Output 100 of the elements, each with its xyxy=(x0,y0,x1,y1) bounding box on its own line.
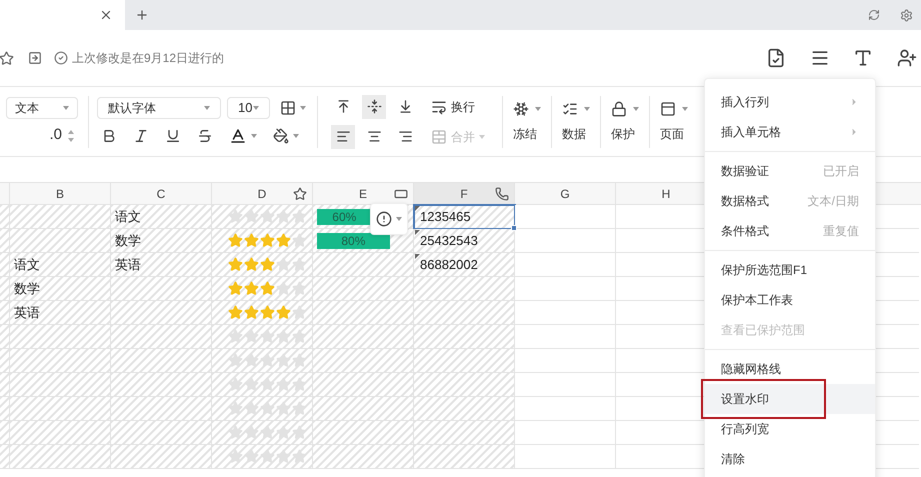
star-rating[interactable] xyxy=(228,305,306,320)
table-cell[interactable] xyxy=(414,421,515,445)
freeze-button[interactable]: 冻结 xyxy=(511,100,543,142)
error-check-popup[interactable] xyxy=(370,203,408,235)
table-cell[interactable] xyxy=(414,301,515,325)
font-size-select[interactable]: 10 xyxy=(227,96,270,118)
star-rating[interactable] xyxy=(228,425,306,440)
table-cell[interactable]: 1235465 xyxy=(414,205,515,229)
star-rating[interactable] xyxy=(228,209,306,224)
close-icon[interactable] xyxy=(99,8,113,22)
row-header[interactable] xyxy=(0,229,10,253)
fill-handle[interactable] xyxy=(511,225,517,231)
table-cell[interactable] xyxy=(10,445,111,469)
table-cell[interactable] xyxy=(414,397,515,421)
table-cell[interactable] xyxy=(10,421,111,445)
table-cell[interactable] xyxy=(414,325,515,349)
row-header[interactable] xyxy=(0,253,10,277)
table-cell[interactable] xyxy=(515,397,616,421)
menu-item[interactable]: 插入行列 xyxy=(705,87,875,117)
table-cell[interactable] xyxy=(515,325,616,349)
menu-item[interactable]: 清除 xyxy=(705,444,875,474)
table-cell[interactable] xyxy=(414,349,515,373)
sync-icon[interactable] xyxy=(868,9,880,21)
table-cell[interactable] xyxy=(212,445,313,469)
table-cell[interactable] xyxy=(212,277,313,301)
table-cell[interactable] xyxy=(515,205,616,229)
decimal-places[interactable]: .0 xyxy=(49,124,62,147)
table-cell[interactable] xyxy=(313,421,414,445)
add-user-icon[interactable] xyxy=(897,48,917,68)
star-rating[interactable] xyxy=(228,257,306,272)
table-cell[interactable] xyxy=(10,205,111,229)
table-cell[interactable] xyxy=(515,373,616,397)
star-rating[interactable] xyxy=(228,353,306,368)
table-cell[interactable] xyxy=(212,229,313,253)
table-cell[interactable]: 语文 xyxy=(10,253,111,277)
move-to-folder-icon[interactable] xyxy=(28,51,42,65)
table-cell[interactable] xyxy=(212,253,313,277)
menu-item[interactable]: 插入单元格 xyxy=(705,117,875,147)
new-tab-icon[interactable] xyxy=(135,8,149,22)
table-cell[interactable] xyxy=(414,277,515,301)
row-header[interactable] xyxy=(0,373,10,397)
number-format-select[interactable]: 文本 xyxy=(6,96,78,118)
column-header[interactable]: D xyxy=(212,183,313,204)
fill-color-icon[interactable] xyxy=(273,128,289,144)
align-left-button[interactable] xyxy=(331,124,355,148)
table-cell[interactable] xyxy=(313,397,414,421)
protect-button[interactable]: 保护 xyxy=(609,100,641,142)
table-cell[interactable] xyxy=(111,445,212,469)
table-cell[interactable] xyxy=(10,325,111,349)
star-rating[interactable] xyxy=(228,401,306,416)
strikethrough-icon[interactable] xyxy=(197,128,213,144)
table-cell[interactable]: 语文 xyxy=(111,205,212,229)
table-cell[interactable]: 25432543 xyxy=(414,229,515,253)
table-cell[interactable] xyxy=(515,421,616,445)
table-cell[interactable]: 数学 xyxy=(111,229,212,253)
row-header[interactable] xyxy=(0,325,10,349)
star-rating[interactable] xyxy=(228,377,306,392)
align-middle-icon[interactable] xyxy=(362,94,386,118)
borders-icon[interactable] xyxy=(280,100,296,116)
table-cell[interactable]: 英语 xyxy=(111,253,212,277)
table-cell[interactable] xyxy=(313,277,414,301)
table-cell[interactable] xyxy=(515,229,616,253)
table-cell[interactable] xyxy=(111,301,212,325)
star-rating[interactable] xyxy=(228,449,306,464)
row-header[interactable] xyxy=(0,445,10,469)
table-cell[interactable] xyxy=(313,373,414,397)
star-rating[interactable] xyxy=(228,281,306,296)
table-cell[interactable] xyxy=(414,445,515,469)
menu-item[interactable]: 数据验证 已开启 xyxy=(705,156,875,186)
table-cell[interactable] xyxy=(414,373,515,397)
menu-item[interactable]: 隐藏网格线 xyxy=(705,354,875,384)
star-rating[interactable] xyxy=(228,329,306,344)
menu-item[interactable]: 设置水印 xyxy=(705,384,875,414)
column-header[interactable]: C xyxy=(111,183,212,204)
table-cell[interactable] xyxy=(515,253,616,277)
table-cell[interactable] xyxy=(313,253,414,277)
table-cell[interactable] xyxy=(111,397,212,421)
row-header[interactable] xyxy=(0,397,10,421)
table-cell[interactable] xyxy=(111,277,212,301)
table-cell[interactable] xyxy=(212,301,313,325)
table-cell[interactable]: 数学 xyxy=(10,277,111,301)
row-header[interactable] xyxy=(0,205,10,229)
table-cell[interactable] xyxy=(212,421,313,445)
table-cell[interactable] xyxy=(10,349,111,373)
page-button[interactable]: 页面 xyxy=(658,100,690,142)
table-cell[interactable] xyxy=(111,373,212,397)
table-cell[interactable] xyxy=(212,325,313,349)
table-cell[interactable] xyxy=(212,349,313,373)
table-cell[interactable] xyxy=(10,397,111,421)
star-rating[interactable] xyxy=(228,233,306,248)
data-button[interactable]: 数据 xyxy=(560,100,592,142)
row-header[interactable] xyxy=(0,349,10,373)
table-cell[interactable] xyxy=(515,349,616,373)
row-header[interactable] xyxy=(0,301,10,325)
font-select[interactable]: 默认字体 xyxy=(97,96,221,118)
table-cell[interactable] xyxy=(515,301,616,325)
spinner-icon[interactable] xyxy=(68,128,74,142)
table-cell[interactable] xyxy=(111,349,212,373)
menu-item[interactable]: 保护所选范围F1 xyxy=(705,255,875,285)
menu-item[interactable]: 行高列宽 xyxy=(705,414,875,444)
